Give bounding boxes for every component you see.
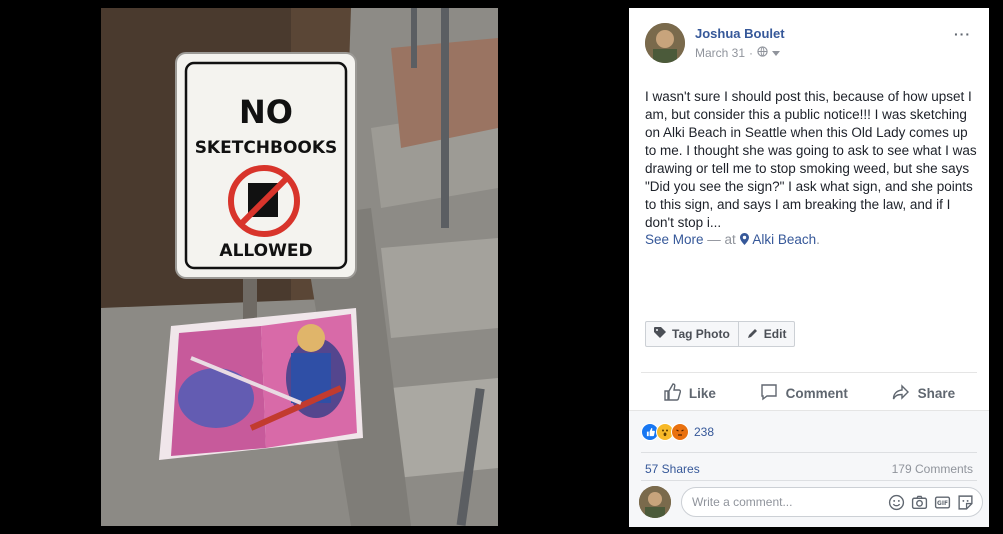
- share-button[interactable]: Share: [892, 383, 956, 404]
- location-separator: — at: [703, 232, 740, 247]
- location-suffix: .: [816, 232, 820, 247]
- stats-divider: [641, 452, 977, 453]
- location-link[interactable]: Alki Beach: [752, 232, 816, 247]
- edit-label: Edit: [763, 327, 787, 341]
- sign-text-sketchbooks: SKETCHBOOKS: [195, 138, 338, 158]
- share-arrow-icon: [892, 383, 910, 404]
- comment-input[interactable]: [690, 494, 888, 510]
- comment-button[interactable]: Comment: [760, 383, 848, 404]
- author-avatar[interactable]: [645, 23, 685, 63]
- post-panel: Joshua Boulet March 31 · ··· I wasn't su…: [629, 8, 989, 527]
- tag-photo-button[interactable]: Tag Photo: [646, 322, 738, 346]
- tag-icon: [654, 326, 667, 341]
- location-pin-icon: [739, 232, 749, 247]
- globe-icon[interactable]: [757, 46, 768, 60]
- see-more-link[interactable]: See More: [645, 232, 704, 247]
- sticker-icon[interactable]: [957, 494, 974, 511]
- post-footer-line: See More — at Alki Beach.: [645, 232, 820, 247]
- post-options-icon[interactable]: ···: [954, 26, 971, 42]
- photo-illustration: NO SKETCHBOOKS ALLOWED: [101, 8, 498, 526]
- shares-count[interactable]: 57 Shares: [645, 462, 700, 476]
- post-date[interactable]: March 31: [695, 46, 745, 60]
- gif-icon[interactable]: GIF: [934, 494, 951, 511]
- angry-reaction-icon: [671, 423, 689, 441]
- reaction-count[interactable]: 238: [694, 425, 714, 439]
- actions-top-divider: [641, 372, 977, 373]
- reactions-summary[interactable]: 238: [641, 423, 714, 441]
- page-edge: [989, 0, 1003, 534]
- sign-text-allowed: ALLOWED: [219, 241, 312, 261]
- comment-composer: GIF: [681, 487, 983, 517]
- commenter-avatar[interactable]: [639, 486, 671, 518]
- comments-count[interactable]: 179 Comments: [892, 462, 973, 476]
- camera-icon[interactable]: [911, 494, 928, 511]
- edit-button[interactable]: Edit: [737, 322, 795, 346]
- tag-photo-label: Tag Photo: [672, 327, 730, 341]
- author-name[interactable]: Joshua Boulet: [695, 26, 785, 41]
- comment-bubble-icon: [760, 383, 778, 404]
- pencil-icon: [747, 327, 759, 342]
- svg-text:GIF: GIF: [937, 501, 948, 507]
- thumbs-up-icon: [663, 382, 681, 404]
- comment-divider: [641, 480, 977, 481]
- share-label: Share: [917, 385, 956, 401]
- post-actions: Like Comment Share: [641, 378, 977, 408]
- post-meta: March 31 ·: [695, 46, 781, 60]
- photo-actions: Tag Photo Edit: [645, 321, 796, 347]
- photo-viewer: NO SKETCHBOOKS ALLOWED: [0, 0, 629, 534]
- like-button[interactable]: Like: [663, 382, 716, 404]
- emoji-icon[interactable]: [888, 494, 905, 511]
- post-body: I wasn't sure I should post this, becaus…: [645, 89, 977, 230]
- sign-text-no: NO: [239, 93, 293, 131]
- chevron-down-icon[interactable]: [772, 46, 781, 60]
- post-photo[interactable]: NO SKETCHBOOKS ALLOWED: [101, 8, 498, 526]
- comment-label: Comment: [785, 385, 848, 401]
- meta-separator: ·: [749, 46, 754, 60]
- like-label: Like: [688, 385, 716, 401]
- comment-tools: GIF: [888, 494, 974, 511]
